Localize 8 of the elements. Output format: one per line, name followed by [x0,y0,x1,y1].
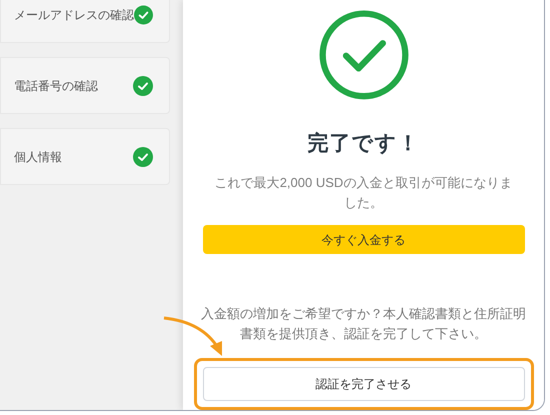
step-label: メールアドレスの確認 [14,6,134,24]
step-label: 電話番号の確認 [14,78,98,94]
success-message: これで最大2,000 USDの入金と取引が可能になりました。 [214,174,514,212]
complete-verification-button[interactable]: 認証を完了させる [202,367,524,401]
success-title: 完了です！ [307,130,420,157]
deposit-button[interactable]: 今すぐ入金する [202,225,524,254]
verification-prompt: 入金額の増加をご希望ですか？本人確認書類と住所証明書類を提供頂き、認証を完了して下さい。 [200,305,527,343]
step-label: 個人情報 [14,148,62,166]
